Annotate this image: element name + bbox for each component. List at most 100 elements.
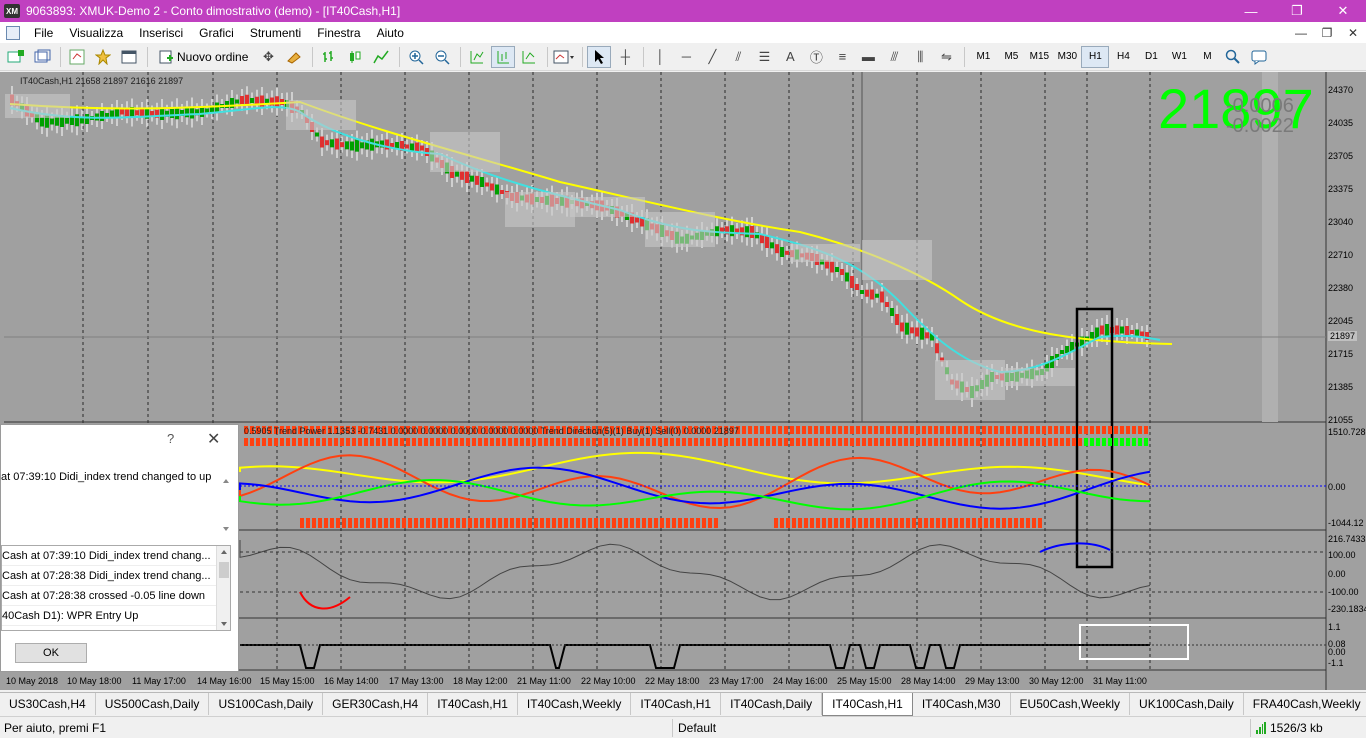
tab-fra40cash-weekly[interactable]: FRA40Cash,Weekly bbox=[1244, 693, 1366, 715]
menu-file[interactable]: File bbox=[26, 26, 61, 40]
pitchfork-icon[interactable]: ⫻ bbox=[882, 46, 906, 68]
histogram-bar bbox=[1020, 518, 1024, 528]
tab-uk100cash-daily[interactable]: UK100Cash,Daily bbox=[1130, 693, 1244, 715]
signal-bar bbox=[1018, 426, 1022, 434]
timeframe-w1[interactable]: W1 bbox=[1165, 46, 1193, 68]
navigator-icon[interactable] bbox=[91, 46, 115, 68]
fibonacci-icon[interactable]: ☰ bbox=[752, 46, 776, 68]
timeframe-d1[interactable]: D1 bbox=[1137, 46, 1165, 68]
tab-us30cash-h4[interactable]: US30Cash,H4 bbox=[0, 693, 96, 715]
candle bbox=[1135, 329, 1139, 337]
time-tick: 11 May 17:00 bbox=[132, 676, 186, 686]
histogram-bar bbox=[468, 518, 472, 528]
histogram-bar bbox=[780, 518, 784, 528]
candlestick-icon[interactable] bbox=[343, 46, 367, 68]
tab-it40cash-m30[interactable]: IT40Cash,M30 bbox=[913, 693, 1011, 715]
horizontal-line-icon[interactable]: ─ bbox=[674, 46, 698, 68]
equidistant-channel-icon[interactable]: ⫽ bbox=[726, 46, 750, 68]
list-item[interactable]: Cash at 07:39:10 Didi_index trend chang.… bbox=[2, 546, 216, 566]
tab-us500cash-daily[interactable]: US500Cash,Daily bbox=[96, 693, 210, 715]
text-label-icon[interactable]: Ⓣ bbox=[804, 46, 828, 68]
histogram-bar bbox=[786, 518, 790, 528]
fibonacci-fan-icon[interactable]: ≡ bbox=[830, 46, 854, 68]
signal-bar bbox=[886, 426, 890, 434]
line-chart-icon[interactable] bbox=[369, 46, 393, 68]
close-window-button[interactable]: ✕ bbox=[1320, 0, 1366, 22]
signal-bar bbox=[1084, 438, 1088, 446]
menu-help[interactable]: Aiuto bbox=[369, 26, 412, 40]
chart-window-icon[interactable] bbox=[6, 25, 20, 40]
signal-bar bbox=[718, 438, 722, 446]
tab-it40cash-daily[interactable]: IT40Cash,Daily bbox=[721, 693, 823, 715]
timeframe-m30[interactable]: M30 bbox=[1053, 46, 1081, 68]
terminal-icon[interactable] bbox=[117, 46, 141, 68]
restore-button[interactable]: ❐ bbox=[1274, 0, 1320, 22]
tab-it40cash-h1[interactable]: IT40Cash,H1 bbox=[631, 693, 722, 715]
timeframe-m5[interactable]: M5 bbox=[997, 46, 1025, 68]
tab-it40cash-weekly[interactable]: IT40Cash,Weekly bbox=[518, 693, 632, 715]
minimize-button[interactable]: — bbox=[1228, 0, 1274, 22]
price-tick: 22045 bbox=[1328, 316, 1354, 326]
timeframe-m1[interactable]: M1 bbox=[969, 46, 997, 68]
indicators-icon[interactable] bbox=[552, 46, 576, 68]
vertical-line-icon[interactable]: │ bbox=[648, 46, 672, 68]
mdi-minimize-button[interactable]: — bbox=[1288, 26, 1314, 40]
cycle-lines-icon[interactable]: ⫼ bbox=[908, 46, 932, 68]
mdi-restore-button[interactable]: ❐ bbox=[1314, 26, 1340, 40]
crosshair-icon[interactable]: ┼ bbox=[613, 46, 637, 68]
new-order-button[interactable]: Nuovo ordine bbox=[152, 46, 254, 68]
signal-bar bbox=[712, 438, 716, 446]
signal-bar bbox=[760, 426, 764, 434]
menu-charts[interactable]: Grafici bbox=[191, 26, 242, 40]
histogram-bar bbox=[348, 518, 352, 528]
help-icon[interactable]: ? bbox=[167, 431, 174, 446]
list-item[interactable]: 40Cash D1): WPR Entry Up bbox=[2, 606, 216, 626]
tab-eu50cash-weekly[interactable]: EU50Cash,Weekly bbox=[1011, 693, 1131, 715]
signal-bar bbox=[706, 438, 710, 446]
signal-bar bbox=[1114, 426, 1118, 434]
ok-button[interactable]: OK bbox=[15, 643, 87, 663]
menu-window[interactable]: Finestra bbox=[309, 26, 368, 40]
list-item[interactable]: Cash at 07:28:38 Didi_index trend chang.… bbox=[2, 566, 216, 586]
alert-list[interactable]: Cash at 07:39:10 Didi_index trend chang.… bbox=[1, 545, 231, 631]
bar-chart-icon[interactable] bbox=[317, 46, 341, 68]
histogram-bar bbox=[450, 518, 454, 528]
arrows-icon[interactable]: ⇋ bbox=[934, 46, 958, 68]
signal-bar bbox=[778, 438, 782, 446]
list-item[interactable]: Cash at 07:28:38 crossed -0.05 line down bbox=[2, 586, 216, 606]
mdi-close-button[interactable]: ✕ bbox=[1340, 26, 1366, 40]
new-chart-icon[interactable] bbox=[4, 46, 28, 68]
timeframe-h1[interactable]: H1 bbox=[1081, 45, 1110, 68]
search-icon[interactable] bbox=[1221, 46, 1245, 68]
timeframe-m15[interactable]: M15 bbox=[1025, 46, 1053, 68]
crosshair-move-icon[interactable]: ✥ bbox=[256, 46, 280, 68]
menu-insert[interactable]: Inserisci bbox=[131, 26, 191, 40]
tab-us100cash-daily[interactable]: US100Cash,Daily bbox=[209, 693, 324, 715]
tab-it40cash-h1[interactable]: IT40Cash,H1 bbox=[428, 693, 518, 715]
signal-bar bbox=[610, 438, 614, 446]
close-icon[interactable]: ✕ bbox=[207, 429, 220, 449]
chat-icon[interactable] bbox=[1247, 46, 1271, 68]
rectangle-icon[interactable]: ▬ bbox=[856, 46, 880, 68]
trendline-icon[interactable]: ╱ bbox=[700, 46, 724, 68]
autotrading-icon[interactable] bbox=[282, 46, 306, 68]
zoom-out-icon[interactable] bbox=[430, 46, 454, 68]
zoom-in-icon[interactable] bbox=[404, 46, 428, 68]
profiles-icon[interactable] bbox=[30, 46, 54, 68]
menu-tools[interactable]: Strumenti bbox=[242, 26, 309, 40]
chart-shift-icon[interactable] bbox=[517, 46, 541, 68]
market-watch-icon[interactable] bbox=[65, 46, 89, 68]
tab-it40cash-h1-active[interactable]: IT40Cash,H1 bbox=[822, 693, 913, 716]
timeframe-h4[interactable]: H4 bbox=[1109, 46, 1137, 68]
cursor-icon[interactable] bbox=[587, 45, 612, 68]
histogram-bar bbox=[462, 518, 466, 528]
signal-bar bbox=[1114, 438, 1118, 446]
timeframe-mn[interactable]: M bbox=[1193, 46, 1221, 68]
list-scrollbar[interactable] bbox=[216, 546, 230, 630]
message-scrollbar[interactable] bbox=[219, 475, 233, 535]
text-icon[interactable]: A bbox=[778, 46, 802, 68]
tile-windows-icon[interactable] bbox=[465, 46, 489, 68]
menu-view[interactable]: Visualizza bbox=[61, 26, 131, 40]
tab-ger30cash-h4[interactable]: GER30Cash,H4 bbox=[323, 693, 429, 715]
auto-scroll-icon[interactable] bbox=[491, 45, 516, 68]
